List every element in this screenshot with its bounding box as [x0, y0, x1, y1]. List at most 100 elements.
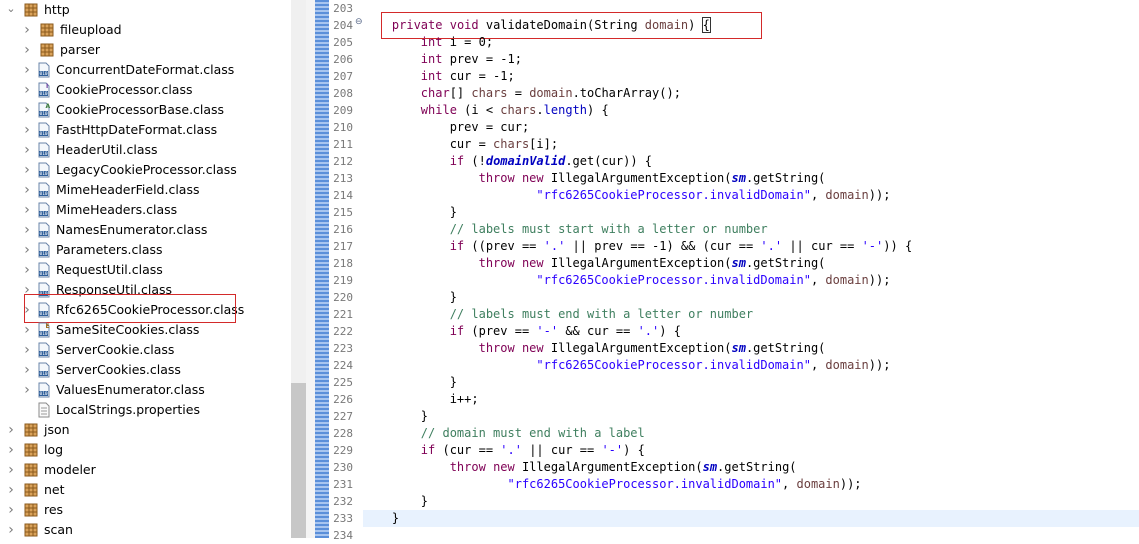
abstract-class-file-icon: 010 A [36, 102, 52, 118]
tree-item[interactable]: › parser [0, 40, 291, 60]
code-line[interactable]: if (prev == '-' && cur == '.') { [363, 323, 1139, 340]
current-code-line[interactable]: } [363, 510, 1139, 527]
tree-item[interactable]: › fileupload [0, 20, 291, 40]
code-line[interactable]: "rfc6265CookieProcessor.invalidDomain", … [363, 272, 1139, 289]
tree-item[interactable]: › 010 NamesEnumerator.class [0, 220, 291, 240]
tree-item[interactable]: › 010 FastHttpDateFormat.class [0, 120, 291, 140]
code-token: sm [731, 171, 746, 185]
tree-item[interactable]: › 010 MimeHeaders.class [0, 200, 291, 220]
expand-arrow-right-icon[interactable]: › [22, 320, 32, 340]
expand-arrow-right-icon[interactable]: › [22, 100, 32, 120]
code-line[interactable]: if (cur == '.' || cur == '-') { [363, 442, 1139, 459]
tree-item[interactable]: › net [0, 480, 291, 500]
code-line[interactable]: "rfc6265CookieProcessor.invalidDomain", … [363, 476, 1139, 493]
tree-item[interactable]: › 010 ValuesEnumerator.class [0, 380, 291, 400]
code-line[interactable]: if ((prev == '.' || prev == -1) && (cur … [363, 238, 1139, 255]
code-token: // domain must end with a label [420, 426, 645, 440]
code-line[interactable]: "rfc6265CookieProcessor.invalidDomain", … [363, 357, 1139, 374]
code-line[interactable]: cur = chars[i]; [363, 136, 1139, 153]
expand-arrow-right-icon[interactable]: › [22, 340, 32, 360]
expand-arrow-right-icon[interactable]: › [22, 220, 32, 240]
expand-arrow-right-icon[interactable]: › [6, 500, 16, 520]
code-line[interactable]: } [363, 408, 1139, 425]
tree-item[interactable]: › 010 RequestUtil.class [0, 260, 291, 280]
line-number: 218 [333, 257, 353, 270]
code-line[interactable]: } [363, 493, 1139, 510]
expand-arrow-right-icon[interactable]: › [22, 360, 32, 380]
expand-arrow-right-icon[interactable]: › [22, 160, 32, 180]
tree-item[interactable]: › 010 MimeHeaderField.class [0, 180, 291, 200]
tree-item[interactable]: › 010 Rfc6265CookieProcessor.class [0, 294, 291, 323]
expand-arrow-right-icon[interactable]: › [6, 440, 16, 460]
code-line[interactable]: throw new IllegalArgumentException(sm.ge… [363, 255, 1139, 272]
expand-arrow-right-icon[interactable]: › [6, 420, 16, 440]
code-line[interactable]: prev = cur; [363, 119, 1139, 136]
tree-scrollbar-thumb[interactable] [291, 383, 306, 538]
code-line[interactable]: i++; [363, 391, 1139, 408]
tree-item[interactable]: › 010 A CookieProcessorBase.class [0, 100, 291, 120]
tree-item[interactable]: › 010 HeaderUtil.class [0, 140, 291, 160]
expand-arrow-right-icon[interactable]: › [22, 80, 32, 100]
code-line[interactable]: // domain must end with a label [363, 425, 1139, 442]
code-token: int [420, 69, 443, 83]
code-line[interactable]: int i = 0; [363, 34, 1139, 51]
tree-item[interactable]: › 010 I CookieProcessor.class [0, 80, 291, 100]
code-line[interactable]: throw new IllegalArgumentException(sm.ge… [363, 340, 1139, 357]
package-icon [24, 523, 38, 537]
tree-item[interactable]: › 010 ServerCookie.class [0, 340, 291, 360]
expand-arrow-right-icon[interactable]: › [22, 40, 32, 60]
expand-arrow-right-icon[interactable]: › [22, 140, 32, 160]
overview-ruler[interactable] [315, 0, 329, 538]
code-line[interactable]: } [363, 204, 1139, 221]
tree-item-label: CookieProcessor.class [56, 82, 193, 97]
expand-arrow-right-icon[interactable]: › [6, 520, 16, 538]
expand-arrow-right-icon[interactable]: › [22, 380, 32, 400]
code-line[interactable]: throw new IllegalArgumentException(sm.ge… [363, 170, 1139, 187]
tree-item[interactable]: LocalStrings.properties [0, 400, 291, 420]
code-line[interactable]: } [363, 289, 1139, 306]
tree-item-label: ValuesEnumerator.class [56, 382, 205, 397]
code-line[interactable] [363, 527, 1139, 544]
expand-arrow-right-icon[interactable]: › [22, 120, 32, 140]
code-line[interactable]: throw new IllegalArgumentException(sm.ge… [363, 459, 1139, 476]
tree-item[interactable]: › json [0, 420, 291, 440]
code-token: && cur == [558, 324, 638, 338]
code-line[interactable]: while (i < chars.length) { [363, 102, 1139, 119]
expand-arrow-right-icon[interactable]: › [6, 480, 16, 500]
code-token: )); [868, 273, 891, 287]
code-editor[interactable]: private void validateDomain(String domai… [363, 0, 1139, 538]
tree-item[interactable]: › 010 ServerCookies.class [0, 360, 291, 380]
code-line[interactable]: int prev = -1; [363, 51, 1139, 68]
tree-item[interactable]: › res [0, 500, 291, 520]
expand-arrow-right-icon[interactable]: › [22, 200, 32, 220]
view-divider[interactable] [306, 0, 315, 538]
code-line[interactable]: "rfc6265CookieProcessor.invalidDomain", … [363, 187, 1139, 204]
tree-item[interactable]: › 010 ConcurrentDateFormat.class [0, 60, 291, 80]
code-line[interactable]: char[] chars = domain.toCharArray(); [363, 85, 1139, 102]
code-line[interactable]: } [363, 374, 1139, 391]
tree-item[interactable]: › 010 Parameters.class [0, 240, 291, 260]
expand-arrow-right-icon[interactable]: › [6, 460, 16, 480]
line-number: 203 [333, 2, 353, 15]
code-token: new [493, 460, 515, 474]
code-line[interactable]: if (!domainValid.get(cur)) { [363, 153, 1139, 170]
code-line[interactable]: // labels must start with a letter or nu… [363, 221, 1139, 238]
tree-item[interactable]: ⌄ http [0, 0, 291, 20]
class-file-icon: 010 [36, 162, 52, 178]
code-line[interactable]: // labels must end with a letter or numb… [363, 306, 1139, 323]
expand-arrow-right-icon[interactable]: › [22, 260, 32, 280]
code-line[interactable]: int cur = -1; [363, 68, 1139, 85]
expand-arrow-right-icon[interactable]: › [22, 240, 32, 260]
collapse-fold-icon[interactable]: ⊖ [355, 17, 363, 27]
tree-item-label: net [44, 482, 65, 497]
tree-item[interactable]: › 010 E SameSiteCookies.class [0, 320, 291, 340]
expand-arrow-right-icon[interactable]: › [22, 20, 32, 40]
tree-item[interactable]: › modeler [0, 460, 291, 480]
expand-arrow-right-icon[interactable]: › [22, 60, 32, 80]
tree-item[interactable]: › log [0, 440, 291, 460]
tree-item[interactable]: › 010 LegacyCookieProcessor.class [0, 160, 291, 180]
expand-arrow-right-icon[interactable]: › [22, 180, 32, 200]
tree-item[interactable]: › scan [0, 520, 291, 538]
expand-arrow-down-icon[interactable]: ⌄ [6, 0, 16, 18]
